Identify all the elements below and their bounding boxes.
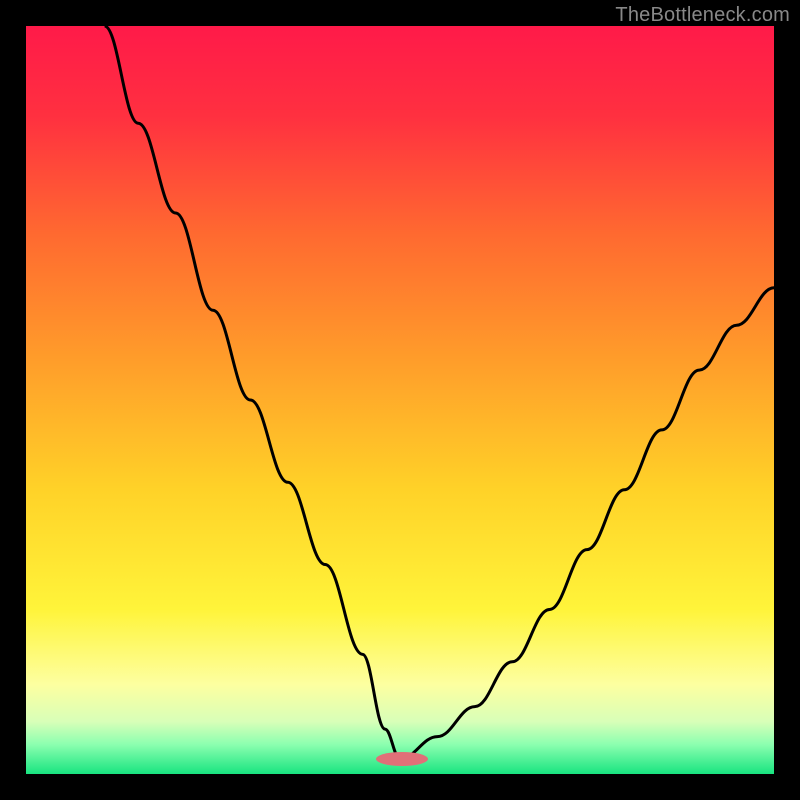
chart-frame: TheBottleneck.com (0, 0, 800, 800)
optimal-marker (376, 752, 428, 766)
gradient-background (26, 26, 774, 774)
chart-svg (26, 26, 774, 774)
plot-area (26, 26, 774, 774)
attribution-text: TheBottleneck.com (615, 4, 790, 27)
